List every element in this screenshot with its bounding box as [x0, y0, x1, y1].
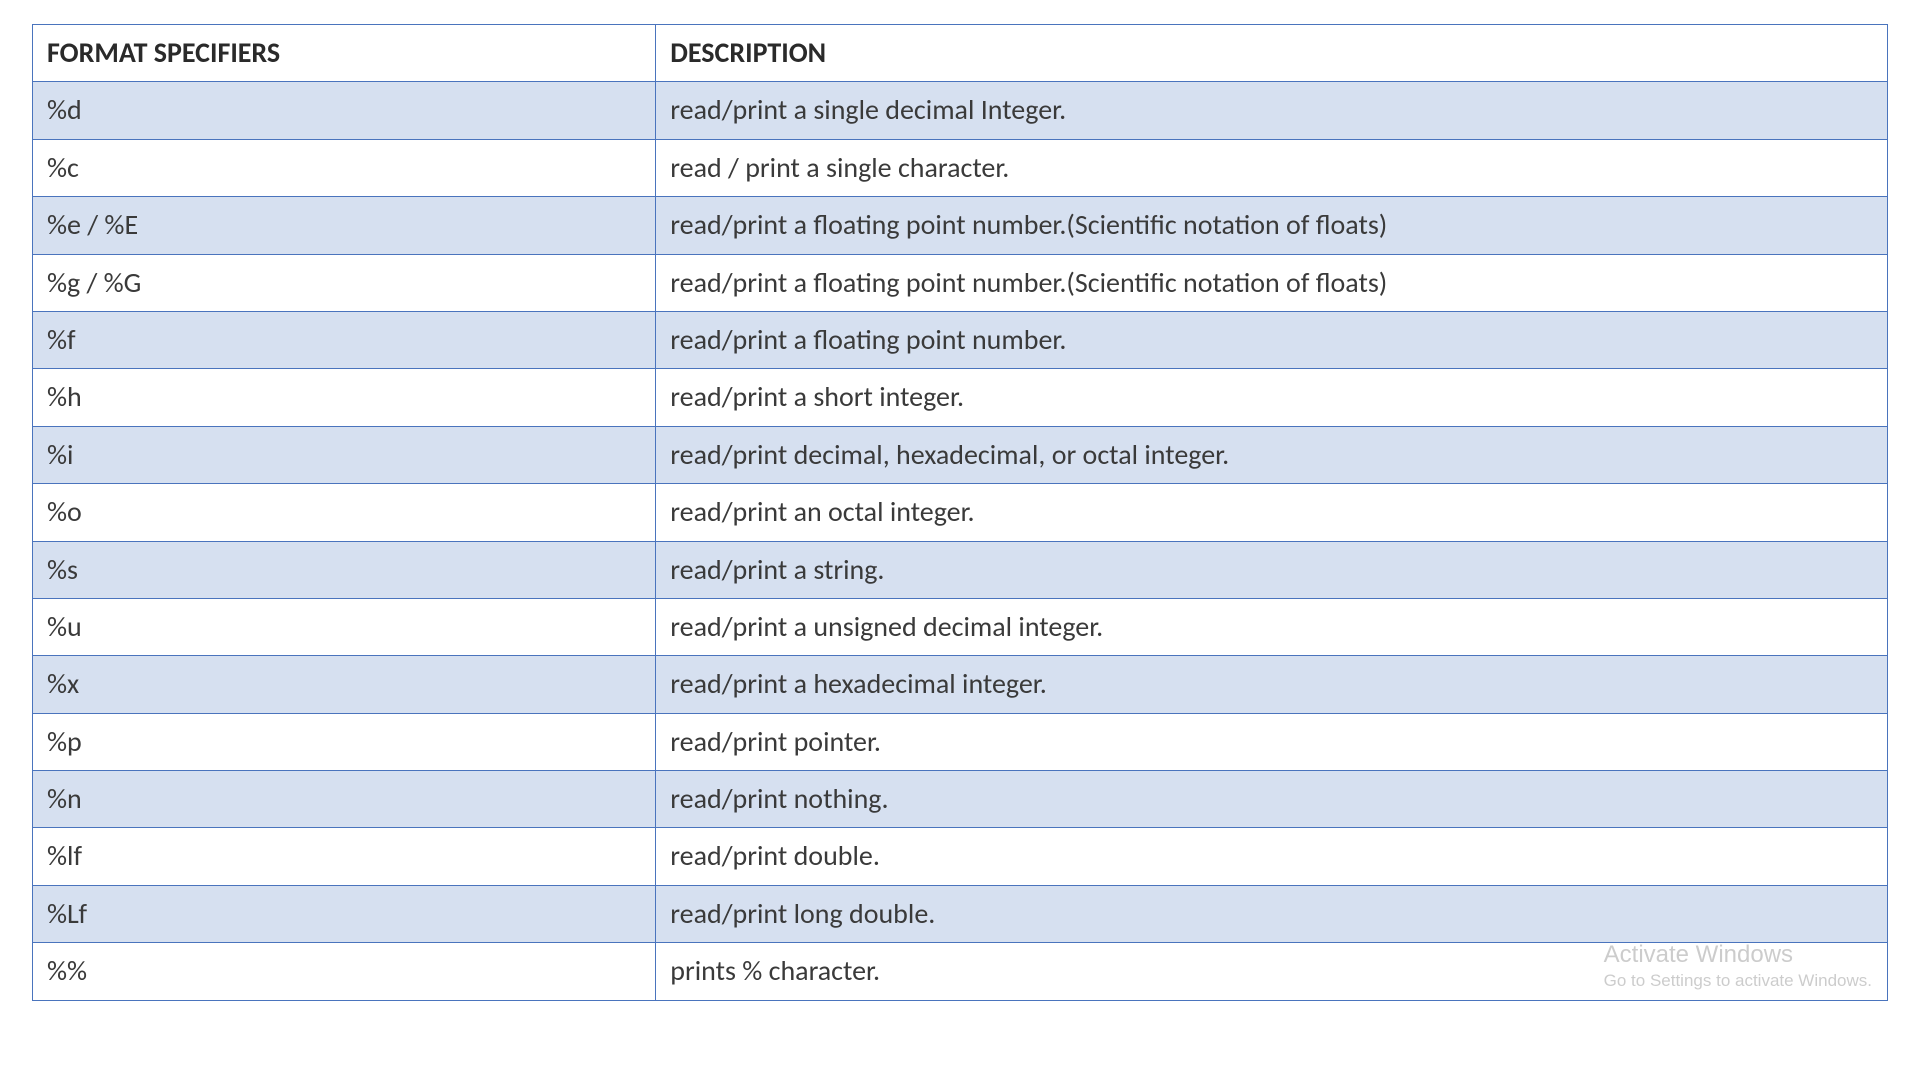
table-row: %n read/print nothing. [33, 771, 1888, 828]
cell-specifier: %i [33, 426, 656, 483]
cell-description: read/print a floating point number.(Scie… [656, 254, 1888, 311]
cell-specifier: %u [33, 598, 656, 655]
cell-description: read/print pointer. [656, 713, 1888, 770]
cell-description: read/print a unsigned decimal integer. [656, 598, 1888, 655]
cell-description: prints % character. [656, 943, 1888, 1000]
table-row: %i read/print decimal, hexadecimal, or o… [33, 426, 1888, 483]
table-row: %f read/print a floating point number. [33, 311, 1888, 368]
table-row: %u read/print a unsigned decimal integer… [33, 598, 1888, 655]
cell-specifier: %s [33, 541, 656, 598]
cell-description: read/print a string. [656, 541, 1888, 598]
cell-description: read/print a floating point number.(Scie… [656, 197, 1888, 254]
cell-description: read/print a floating point number. [656, 311, 1888, 368]
cell-specifier: %g / %G [33, 254, 656, 311]
cell-description: read/print a short integer. [656, 369, 1888, 426]
table-row: %c read / print a single character. [33, 139, 1888, 196]
table-row: %o read/print an octal integer. [33, 484, 1888, 541]
table-row: %% prints % character. [33, 943, 1888, 1000]
cell-specifier: %h [33, 369, 656, 426]
cell-description: read/print a hexadecimal integer. [656, 656, 1888, 713]
cell-specifier: %x [33, 656, 656, 713]
cell-specifier: %n [33, 771, 656, 828]
cell-specifier: %p [33, 713, 656, 770]
cell-specifier: %% [33, 943, 656, 1000]
table-row: %h read/print a short integer. [33, 369, 1888, 426]
header-description: DESCRIPTION [656, 25, 1888, 82]
table-row: %lf read/print double. [33, 828, 1888, 885]
cell-description: read/print an octal integer. [656, 484, 1888, 541]
cell-description: read/print nothing. [656, 771, 1888, 828]
table-header-row: FORMAT SPECIFIERS DESCRIPTION [33, 25, 1888, 82]
table-row: %g / %G read/print a floating point numb… [33, 254, 1888, 311]
table-row: %s read/print a string. [33, 541, 1888, 598]
cell-specifier: %c [33, 139, 656, 196]
cell-specifier: %f [33, 311, 656, 368]
cell-specifier: %lf [33, 828, 656, 885]
table-row: %p read/print pointer. [33, 713, 1888, 770]
cell-specifier: %Lf [33, 885, 656, 942]
cell-specifier: %e / %E [33, 197, 656, 254]
cell-description: read/print decimal, hexadecimal, or octa… [656, 426, 1888, 483]
table-row: %Lf read/print long double. [33, 885, 1888, 942]
cell-description: read/print double. [656, 828, 1888, 885]
table-row: %x read/print a hexadecimal integer. [33, 656, 1888, 713]
cell-specifier: %o [33, 484, 656, 541]
table-row: %d read/print a single decimal Integer. [33, 82, 1888, 139]
cell-specifier: %d [33, 82, 656, 139]
format-specifiers-table: FORMAT SPECIFIERS DESCRIPTION %d read/pr… [32, 24, 1888, 1001]
table-row: %e / %E read/print a floating point numb… [33, 197, 1888, 254]
cell-description: read/print a single decimal Integer. [656, 82, 1888, 139]
cell-description: read / print a single character. [656, 139, 1888, 196]
cell-description: read/print long double. [656, 885, 1888, 942]
header-format-specifiers: FORMAT SPECIFIERS [33, 25, 656, 82]
